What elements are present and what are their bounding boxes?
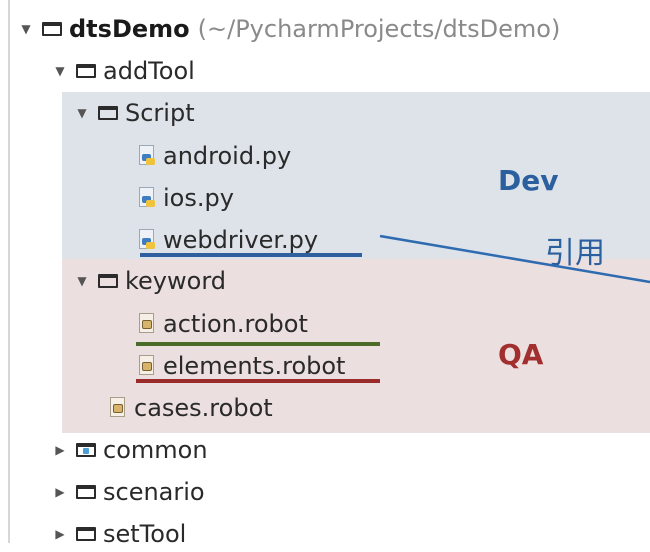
reference-connector-line xyxy=(379,234,650,284)
